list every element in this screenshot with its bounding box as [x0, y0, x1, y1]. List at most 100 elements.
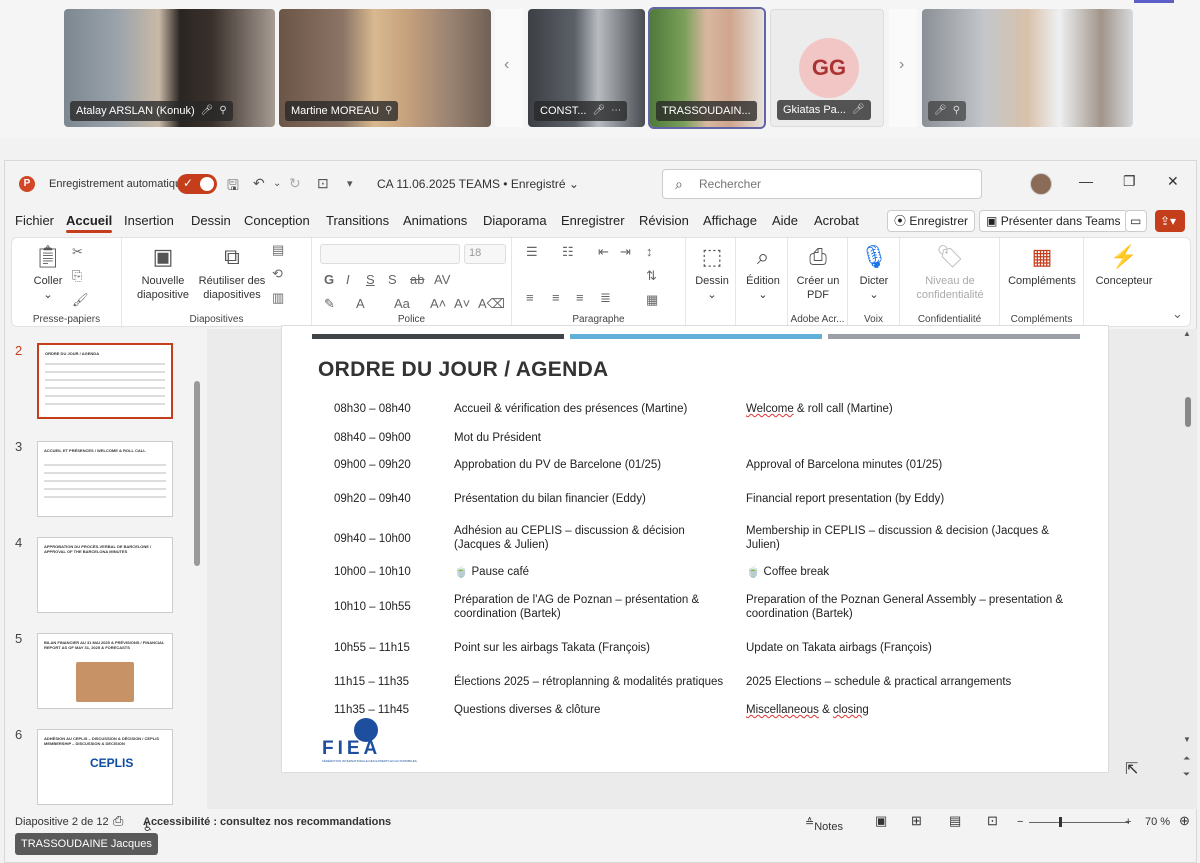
tab-accueil[interactable]: Accueil: [66, 213, 113, 233]
close-icon[interactable]: ✕: [1167, 173, 1179, 190]
grow-font-icon[interactable]: A˄: [430, 296, 446, 311]
line-spacing-icon[interactable]: ↕: [646, 244, 653, 259]
bold-icon[interactable]: G: [324, 272, 334, 287]
tab-diaporama[interactable]: Diaporama: [483, 213, 547, 228]
document-title[interactable]: CA 11.06.2025 TEAMS • Enregistré ⌄: [377, 177, 579, 191]
slide-thumbnail-3[interactable]: ACCUEIL ET PRÉSENCES / WELCOME & ROLL CA…: [37, 441, 173, 517]
tab-transitions[interactable]: Transitions: [326, 213, 389, 228]
slideshow-icon[interactable]: ⊡: [987, 813, 998, 829]
previous-slide-icon[interactable]: ⏶: [1183, 753, 1190, 764]
video-tile-1[interactable]: Atalay ARSLAN (Konuk) 🎤︎ ⚲: [64, 9, 275, 127]
align-right-icon[interactable]: ≡: [576, 290, 584, 305]
zoom-slider-handle[interactable]: [1059, 817, 1062, 827]
customize-toolbar-icon[interactable]: ▾: [347, 177, 353, 190]
tab-fichier[interactable]: Fichier: [15, 213, 54, 228]
tab-animations[interactable]: Animations: [403, 213, 467, 228]
shadow-icon[interactable]: S: [388, 272, 397, 287]
edit-button[interactable]: ⌕ Édition ⌄: [740, 244, 786, 302]
tab-aide[interactable]: Aide: [772, 213, 798, 228]
chevron-left-icon[interactable]: ‹: [504, 56, 509, 74]
undo-icon[interactable]: ↶: [253, 175, 265, 192]
font-color-icon[interactable]: A: [356, 296, 365, 311]
tab-insertion[interactable]: Insertion: [124, 213, 174, 228]
draw-button[interactable]: ⬚ Dessin ⌄: [690, 244, 734, 302]
font-family-select[interactable]: [320, 244, 460, 264]
tab-revision[interactable]: Révision: [639, 213, 689, 228]
fit-to-window-icon[interactable]: ⊕: [1179, 813, 1190, 829]
restore-icon[interactable]: ❐: [1123, 173, 1136, 190]
format-painter-icon[interactable]: 🖌︎: [72, 292, 89, 308]
tab-enregistrer[interactable]: Enregistrer: [561, 213, 625, 228]
present-in-teams-button[interactable]: ▣ Présenter dans Teams: [979, 210, 1128, 232]
video-tile-3[interactable]: CONST... 🎤︎ ⋯: [528, 9, 645, 127]
align-center-icon[interactable]: ≡: [552, 290, 560, 305]
video-tile-2[interactable]: Martine MOREAU ⚲: [279, 9, 491, 127]
justify-icon[interactable]: ≣: [600, 290, 611, 306]
save-icon[interactable]: 🖫: [227, 175, 239, 199]
spellcheck-icon[interactable]: ⎙: [113, 813, 123, 829]
present-from-start-icon[interactable]: ⊡: [317, 175, 329, 192]
clear-format-icon[interactable]: A⌫: [478, 296, 505, 312]
spacing-icon[interactable]: AV: [434, 272, 450, 287]
text-direction-icon[interactable]: ⇅: [646, 268, 657, 284]
zoom-out-icon[interactable]: −: [1017, 816, 1023, 828]
scrollbar-thumb[interactable]: [1185, 397, 1191, 427]
section-icon[interactable]: ▥: [272, 290, 284, 306]
reading-view-icon[interactable]: ▤: [949, 813, 961, 829]
slide-sorter-icon[interactable]: ⊞: [911, 813, 922, 829]
slide-thumbnail-6[interactable]: ADHÉSION AU CEPLIS – DISCUSSION & DÉCISI…: [37, 729, 173, 805]
collapse-ribbon-icon[interactable]: ⌄: [1172, 306, 1183, 322]
slide-thumbnail-4[interactable]: APPROBATION DU PROCÈS-VERBAL DE BARCELON…: [37, 537, 173, 613]
tab-conception[interactable]: Conception: [244, 213, 310, 228]
new-slide-button[interactable]: ▣ Nouvelle diapositive: [128, 244, 198, 302]
comments-button[interactable]: ▭: [1125, 210, 1147, 232]
sensitivity-button[interactable]: 🏷︎ Niveau de confidentialité: [906, 244, 994, 302]
autosave-toggle[interactable]: ✓: [177, 174, 217, 194]
tab-acrobat[interactable]: Acrobat: [814, 213, 859, 228]
copy-icon[interactable]: ⎘: [72, 268, 82, 284]
search-box[interactable]: ⌕: [662, 169, 982, 199]
paste-button[interactable]: 📋︎ Coller ⌄: [20, 244, 76, 302]
underline-icon[interactable]: S: [366, 272, 375, 287]
record-button[interactable]: ⦿ Enregistrer: [887, 210, 976, 232]
highlight-icon[interactable]: ✎: [324, 296, 335, 312]
create-pdf-button[interactable]: ⎙ Créer un PDF: [794, 244, 842, 302]
shrink-font-icon[interactable]: A˅: [454, 296, 470, 311]
slide-thumbnail-2[interactable]: ORDRE DU JOUR / AGENDA: [37, 343, 173, 419]
layout-icon[interactable]: ▤: [272, 242, 284, 258]
notes-button[interactable]: ≙ Notes: [805, 816, 843, 833]
convert-smartart-icon[interactable]: ▦: [646, 292, 658, 308]
font-size-select[interactable]: 18: [464, 244, 506, 264]
accessibility-status[interactable]: ♿︎ Accessibilité : consultez nos recomma…: [143, 816, 391, 834]
minimize-icon[interactable]: —: [1079, 173, 1093, 189]
user-avatar[interactable]: [1030, 173, 1052, 195]
designer-button[interactable]: ⚡ Concepteur: [1090, 244, 1158, 288]
zoom-in-icon[interactable]: +: [1125, 816, 1131, 828]
zoom-level[interactable]: 70 %: [1145, 816, 1170, 828]
cut-icon[interactable]: ✂: [72, 244, 83, 260]
zoom-slider[interactable]: [1029, 822, 1129, 823]
indent-increase-icon[interactable]: ⇥: [620, 244, 631, 260]
scroll-up-icon[interactable]: ▲: [1183, 329, 1191, 338]
slide-thumbnail-5[interactable]: BILAN FINANCIER AU 31 MAI 2025 & PRÉVISI…: [37, 633, 173, 709]
case-icon[interactable]: Aa: [394, 296, 410, 311]
video-tile-6[interactable]: 🎤︎ ⚲: [922, 9, 1133, 127]
redo-icon[interactable]: ↻: [289, 175, 301, 192]
reuse-slides-button[interactable]: ⧉ Réutiliser des diapositives: [198, 244, 266, 302]
share-button[interactable]: ⇪▾: [1155, 210, 1185, 232]
indent-decrease-icon[interactable]: ⇤: [598, 244, 609, 260]
current-slide[interactable]: ORDRE DU JOUR / AGENDA 08h30 – 08h40 Acc…: [281, 325, 1109, 773]
italic-icon[interactable]: I: [346, 272, 350, 287]
dictate-button[interactable]: 🎙︎ Dicter ⌄: [852, 244, 896, 302]
addins-button[interactable]: ▦ Compléments: [1006, 244, 1078, 288]
bullets-icon[interactable]: ☰: [526, 244, 538, 260]
search-input[interactable]: [699, 175, 969, 193]
thumbnails-scrollbar[interactable]: [193, 333, 201, 803]
strikethrough-icon[interactable]: ab: [410, 272, 424, 287]
tab-dessin[interactable]: Dessin: [191, 213, 231, 228]
scrollbar-thumb[interactable]: [194, 381, 200, 566]
normal-view-icon[interactable]: ▣: [875, 813, 887, 829]
next-slide-icon[interactable]: ⏷: [1183, 769, 1190, 780]
chevron-right-icon[interactable]: ›: [899, 56, 904, 74]
tab-affichage[interactable]: Affichage: [703, 213, 757, 228]
